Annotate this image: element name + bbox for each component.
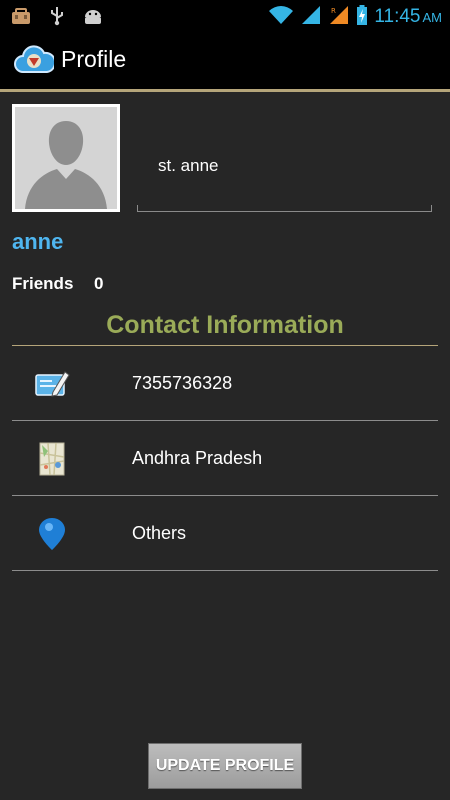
username: anne <box>12 229 64 254</box>
app-logo-icon[interactable] <box>14 44 57 78</box>
school-field[interactable]: st. anne <box>158 156 219 176</box>
action-bar: Profile <box>0 32 450 89</box>
wifi-icon <box>268 5 294 29</box>
contact-row-state[interactable]: Andhra Pradesh <box>12 421 438 496</box>
usb-icon <box>46 6 68 26</box>
edit-card-icon <box>34 366 70 402</box>
action-bar-divider <box>0 89 450 92</box>
update-profile-button[interactable]: UPDATE PROFILE <box>148 743 302 789</box>
location-pin-icon <box>34 516 70 552</box>
phone-number: 7355736328 <box>132 373 233 393</box>
contact-information-heading: Contact Information <box>106 311 344 339</box>
roaming-signal-icon: R <box>328 5 350 29</box>
signal-icon <box>300 5 322 29</box>
location-name: Others <box>132 523 187 543</box>
bag-icon <box>10 6 32 26</box>
profile-screen: R 11:45 AM Profile st. anne anne Friends… <box>0 0 450 800</box>
battery-charging-icon <box>356 4 368 30</box>
school-field-underline <box>137 205 432 212</box>
svg-text:R: R <box>331 7 336 15</box>
contact-row-location[interactable]: Others <box>12 496 438 571</box>
state-name: Andhra Pradesh <box>132 448 263 468</box>
friends-count[interactable]: 0 <box>94 274 103 294</box>
android-icon <box>82 6 104 26</box>
row-divider <box>12 570 438 571</box>
avatar-placeholder-icon <box>15 107 117 209</box>
clock: 11:45 AM <box>374 6 442 27</box>
map-icon <box>34 441 70 477</box>
status-bar: R 11:45 AM <box>0 0 450 32</box>
page-title: Profile <box>61 46 127 72</box>
contact-row-phone[interactable]: 7355736328 <box>12 346 438 421</box>
friends-label: Friends <box>12 274 74 293</box>
avatar[interactable] <box>12 104 120 212</box>
